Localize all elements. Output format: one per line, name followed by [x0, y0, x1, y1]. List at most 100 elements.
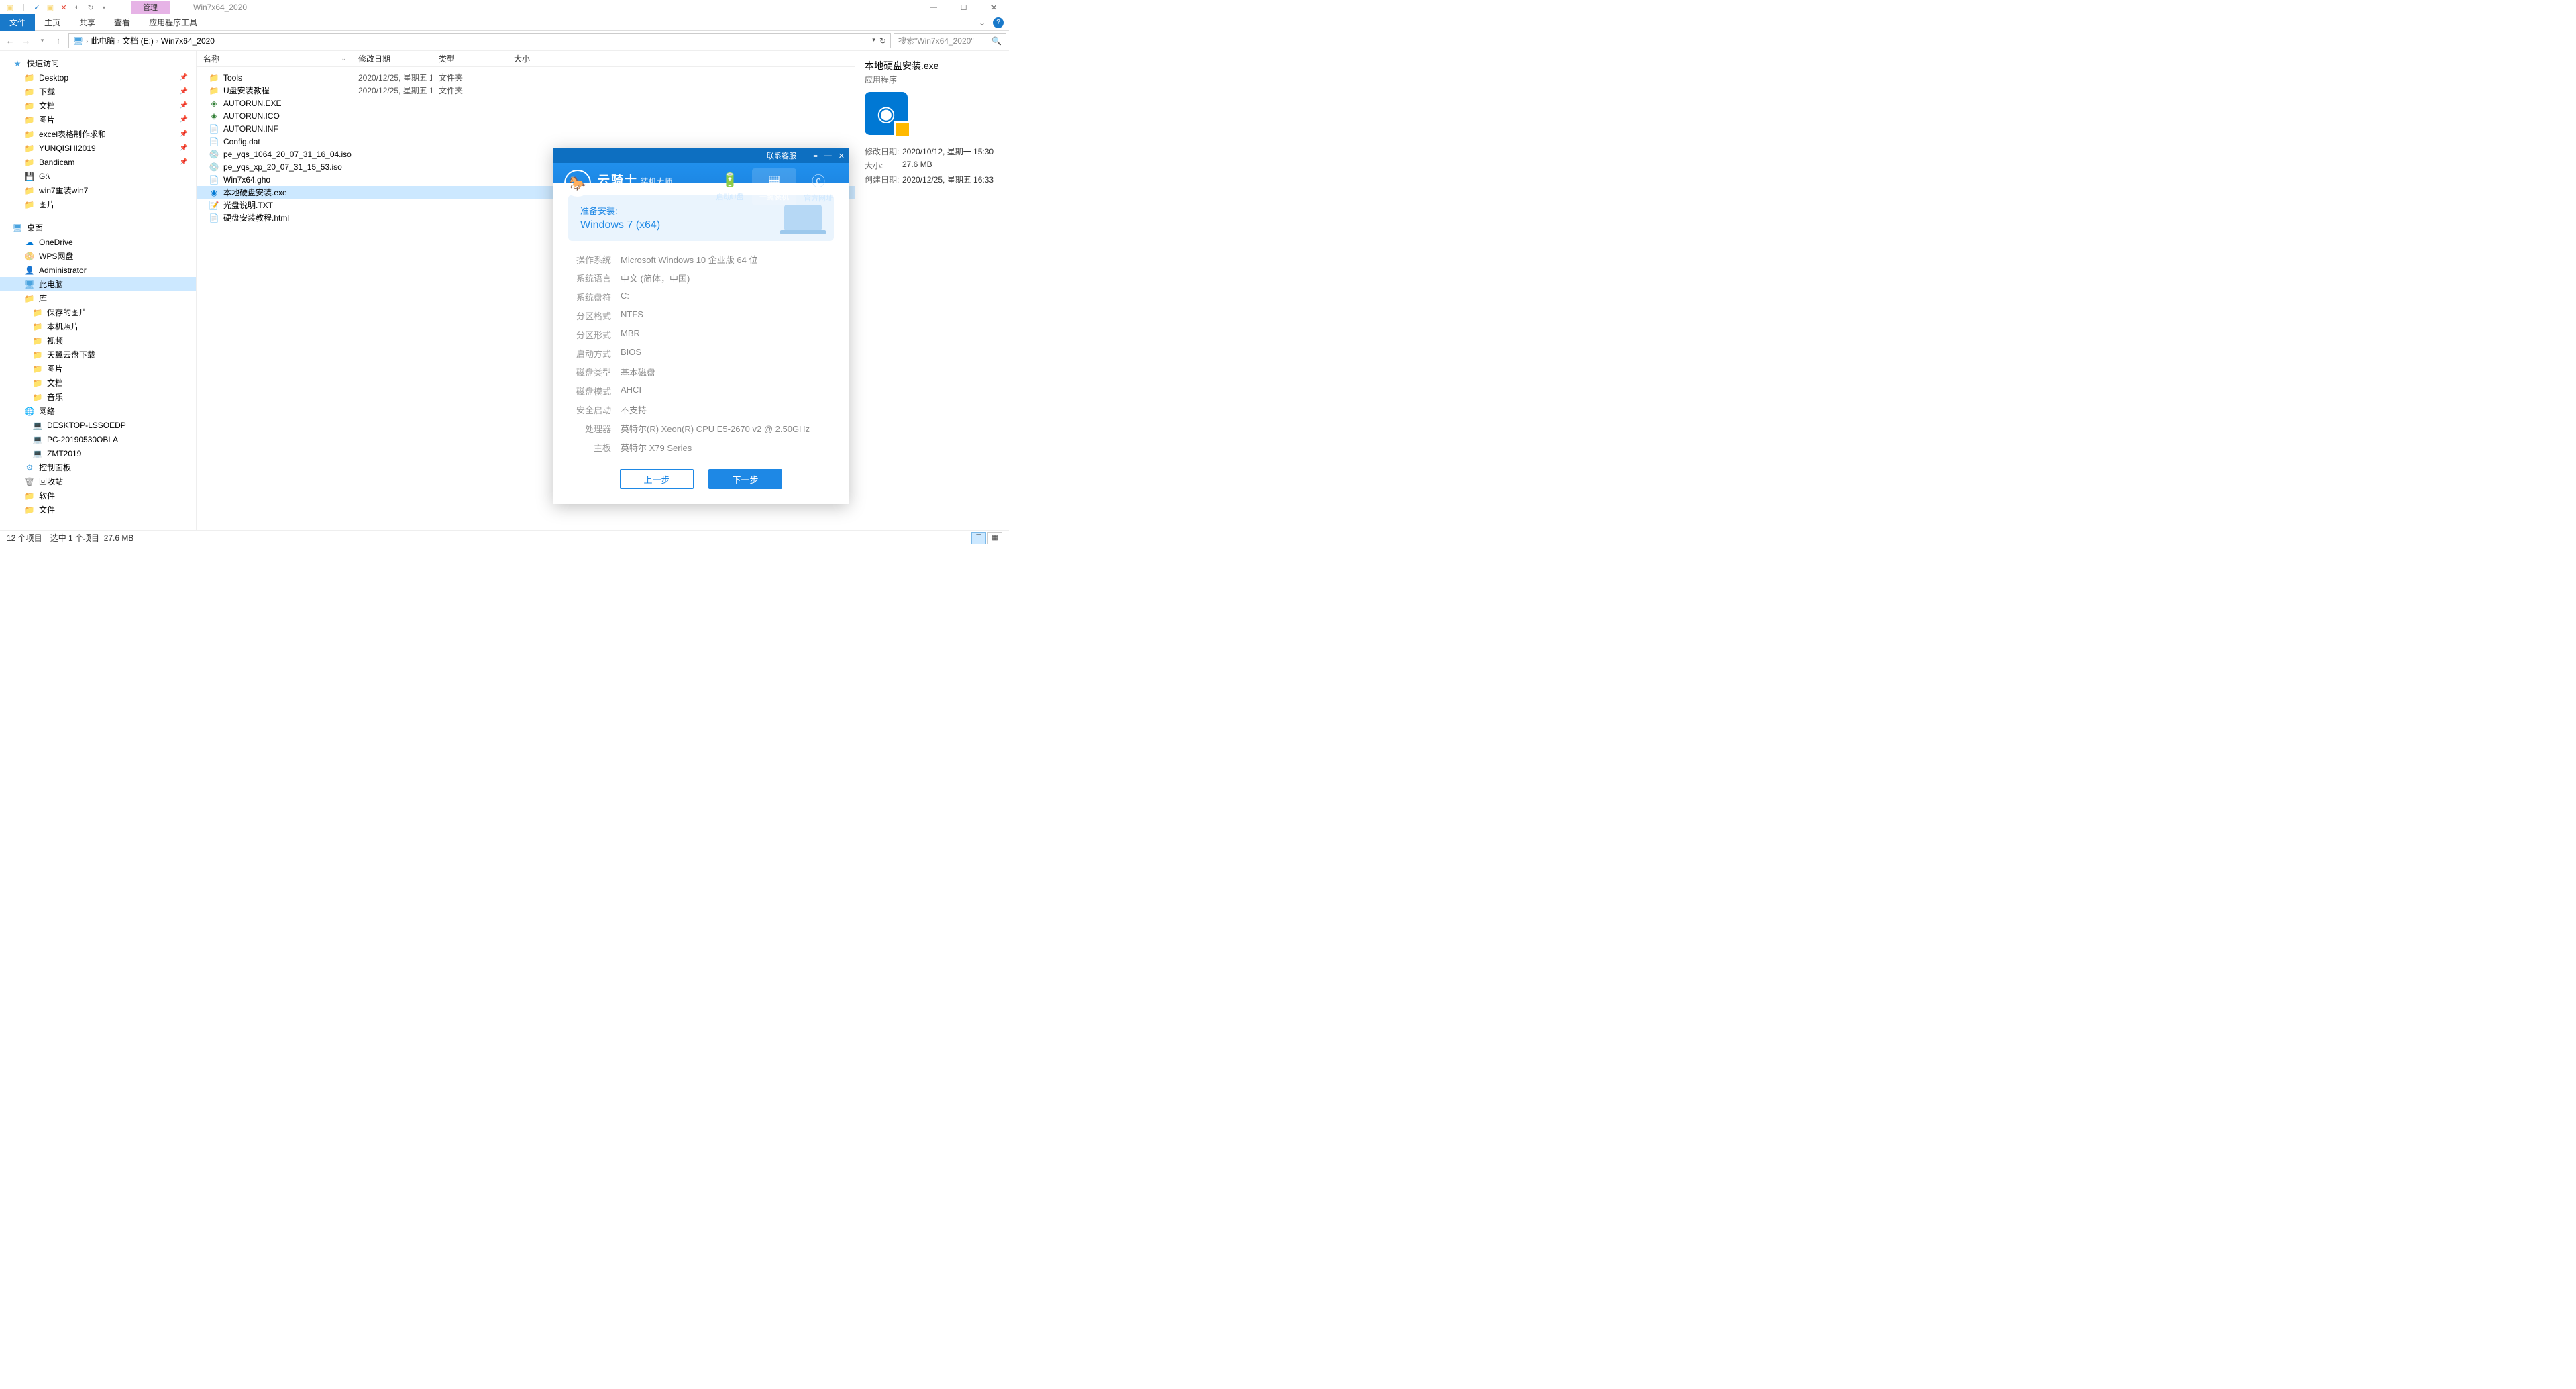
nav-item[interactable]: ☁OneDrive: [0, 235, 196, 249]
nav-item[interactable]: 💾G:\: [0, 169, 196, 183]
prop-value: 27.6 MB: [902, 160, 1000, 171]
maximize-button[interactable]: ☐: [949, 0, 979, 15]
nav-item[interactable]: 💻PC-20190530OBLA: [0, 432, 196, 446]
col-name[interactable]: 名称⌄: [197, 53, 352, 64]
dialog-tab[interactable]: ⓔ官方网址: [796, 168, 841, 205]
nav-item[interactable]: 📁天翼云盘下载: [0, 348, 196, 362]
tab-share[interactable]: 共享: [70, 14, 105, 31]
nav-item[interactable]: 🌐网络: [0, 404, 196, 418]
nav-item[interactable]: 📁图片: [0, 197, 196, 211]
qat-dropdown-icon[interactable]: ▾: [98, 5, 110, 11]
nav-item[interactable]: 👤Administrator: [0, 263, 196, 277]
chevron-right-icon[interactable]: ›: [86, 38, 88, 44]
file-row[interactable]: 📄AUTORUN.INF: [197, 122, 855, 135]
info-value: AHCI: [621, 384, 641, 397]
col-date[interactable]: 修改日期: [352, 53, 432, 64]
search-icon[interactable]: 🔍: [991, 36, 1002, 46]
pin-icon: 📌: [180, 102, 188, 109]
nav-item[interactable]: 📁Desktop📌: [0, 70, 196, 85]
nav-item[interactable]: 🖥此电脑: [0, 277, 196, 291]
nav-item[interactable]: 📁图片📌: [0, 113, 196, 127]
col-size[interactable]: 大小: [507, 53, 561, 64]
nav-item[interactable]: ⚙控制面板: [0, 460, 196, 474]
file-row[interactable]: ◈AUTORUN.ICO: [197, 109, 855, 122]
search-input[interactable]: 搜索"Win7x64_2020" 🔍: [894, 33, 1006, 48]
nav-item[interactable]: 📁软件: [0, 488, 196, 503]
nav-item-label: 音乐: [47, 391, 63, 403]
nav-item[interactable]: 📁库: [0, 291, 196, 305]
info-value: 英特尔(R) Xeon(R) CPU E5-2670 v2 @ 2.50GHz: [621, 422, 810, 435]
dialog-buttons: 上一步 下一步: [553, 469, 849, 504]
status-selected: 选中 1 个项目 27.6 MB: [50, 532, 134, 544]
folder-icon[interactable]: ▣: [4, 3, 16, 12]
file-icon: 📄: [209, 123, 219, 134]
refresh-dropdown[interactable]: ▾↻: [872, 36, 886, 46]
chevron-right-icon[interactable]: ›: [117, 38, 119, 44]
recent-dropdown[interactable]: ▾: [35, 34, 50, 48]
tab-home[interactable]: 主页: [35, 14, 70, 31]
next-button[interactable]: 下一步: [708, 469, 782, 489]
help-icon[interactable]: ?: [993, 17, 1004, 28]
dialog-minimize-button[interactable]: —: [824, 152, 832, 160]
minimize-button[interactable]: —: [918, 0, 949, 15]
file-name: 光盘说明.TXT: [223, 199, 273, 211]
dialog-close-button[interactable]: ✕: [839, 152, 845, 160]
folder-icon: 📁: [24, 115, 35, 125]
icons-view-button[interactable]: ▦: [987, 532, 1002, 544]
nav-item[interactable]: 💻DESKTOP-LSSOEDP: [0, 418, 196, 432]
nav-item[interactable]: 📁音乐: [0, 390, 196, 404]
refresh-icon[interactable]: ↻: [85, 3, 97, 12]
info-row: 磁盘类型基本磁盘: [568, 366, 834, 378]
nav-item[interactable]: 📁文件: [0, 503, 196, 517]
crumb-drive[interactable]: 文档 (E:): [122, 35, 154, 46]
properties-icon[interactable]: ◐: [71, 3, 83, 11]
nav-item[interactable]: 📁视频: [0, 333, 196, 348]
dialog-tab[interactable]: 🔋启动U盘: [708, 168, 752, 205]
details-view-button[interactable]: ☰: [971, 532, 986, 544]
chevron-right-icon[interactable]: ›: [156, 38, 158, 44]
file-row[interactable]: 📁U盘安装教程2020/12/25, 星期五 1...文件夹: [197, 84, 855, 97]
nav-item[interactable]: 📁Bandicam📌: [0, 155, 196, 169]
contact-service[interactable]: 联系客服: [557, 150, 796, 161]
tab-view[interactable]: 查看: [105, 14, 140, 31]
crumb-folder[interactable]: Win7x64_2020: [161, 36, 215, 46]
close-button[interactable]: ✕: [979, 0, 1009, 15]
nav-item[interactable]: 📁文档: [0, 376, 196, 390]
ribbon-expand-icon[interactable]: ⌄: [977, 17, 987, 28]
file-row[interactable]: ◈AUTORUN.EXE: [197, 97, 855, 109]
nav-tree: ★ 快速访问 📁Desktop📌📁下载📌📁文档📌📁图片📌📁excel表格制作求和…: [0, 51, 197, 530]
nav-quick-access[interactable]: ★ 快速访问: [0, 56, 196, 70]
nav-item[interactable]: 📁excel表格制作求和📌: [0, 127, 196, 141]
nav-desktop[interactable]: 🖥 桌面: [0, 221, 196, 235]
up-button[interactable]: ↑: [51, 34, 66, 48]
pin-icon: 📌: [180, 74, 188, 81]
nav-item[interactable]: 📁文档📌: [0, 99, 196, 113]
dialog-tab[interactable]: ▦一键装机: [752, 168, 796, 205]
folder-icon: 📁: [32, 378, 43, 389]
back-button[interactable]: ←: [3, 34, 17, 48]
nav-item[interactable]: 📁保存的图片: [0, 305, 196, 319]
file-row[interactable]: 📄Config.dat: [197, 135, 855, 148]
nav-item[interactable]: 📁win7重装win7: [0, 183, 196, 197]
folder2-icon[interactable]: ▣: [44, 3, 56, 12]
file-row[interactable]: 📁Tools2020/12/25, 星期五 1...文件夹: [197, 71, 855, 84]
crumb-pc[interactable]: 此电脑: [91, 35, 115, 46]
nav-item[interactable]: 📁本机照片: [0, 319, 196, 333]
dialog-menu-button[interactable]: ≡: [813, 152, 817, 160]
tab-file[interactable]: 文件: [0, 14, 35, 31]
check-icon[interactable]: ✓: [31, 3, 43, 12]
prev-button[interactable]: 上一步: [620, 469, 694, 489]
tab-app-tools[interactable]: 应用程序工具: [140, 14, 207, 31]
forward-button[interactable]: →: [19, 34, 34, 48]
nav-item[interactable]: 📀WPS网盘: [0, 249, 196, 263]
nav-item[interactable]: 🗑回收站: [0, 474, 196, 488]
nav-item[interactable]: 💻ZMT2019: [0, 446, 196, 460]
prop-key: 创建日期:: [865, 174, 902, 185]
col-type[interactable]: 类型: [432, 53, 507, 64]
nav-item[interactable]: 📁图片: [0, 362, 196, 376]
nav-item[interactable]: 📁YUNQISHI2019📌: [0, 141, 196, 155]
delete-icon[interactable]: ✕: [58, 3, 70, 12]
nav-item-label: 控制面板: [39, 462, 71, 473]
breadcrumb[interactable]: 🖥 › 此电脑 › 文档 (E:) › Win7x64_2020 ▾↻: [68, 33, 891, 48]
nav-item[interactable]: 📁下载📌: [0, 85, 196, 99]
